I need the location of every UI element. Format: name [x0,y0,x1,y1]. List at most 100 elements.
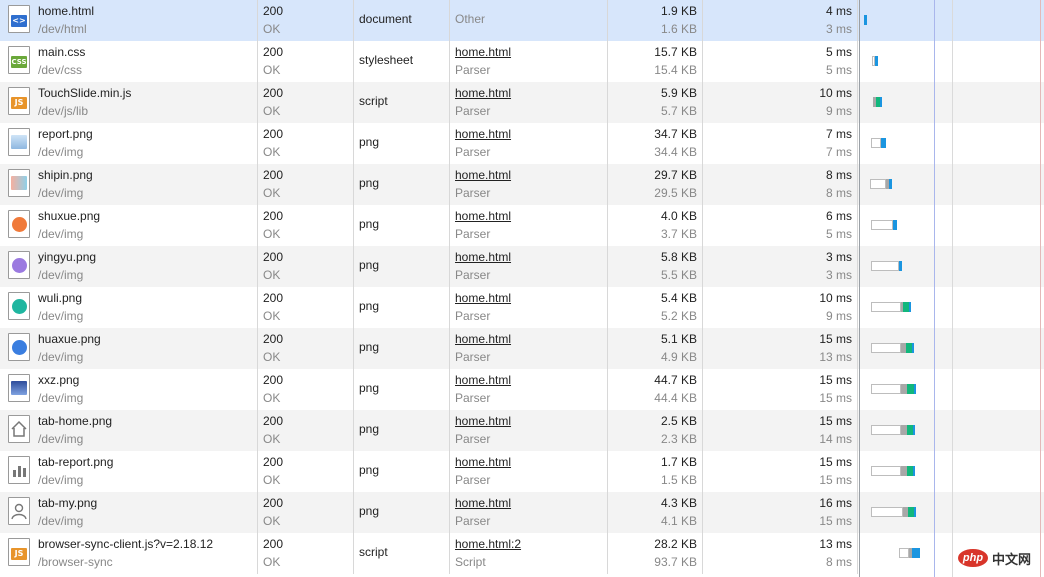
name-cell[interactable]: tab-home.png/dev/img [0,410,258,451]
dom-content-loaded-line [934,0,935,577]
latency-time: 7 ms [825,145,852,159]
initiator-link[interactable]: home.html [455,332,607,347]
request-row[interactable]: report.png/dev/img 200 OK png home.html Parse… [0,123,1044,164]
request-name[interactable]: shipin.png [38,168,257,183]
waterfall-cell[interactable] [858,41,1044,82]
request-row[interactable]: <> home.html/dev/html 200 OK document Other 1.… [0,0,1044,41]
waterfall-cell[interactable] [858,123,1044,164]
request-row[interactable]: JS browser-sync-client.js?v=2.18.12/brows… [0,533,1044,574]
name-cell[interactable]: report.png/dev/img [0,123,258,164]
request-row[interactable]: shipin.png/dev/img 200 OK png home.html Parse… [0,164,1044,205]
time-cell: 4 ms 3 ms [703,0,858,41]
waterfall-waiting-segment [903,302,911,312]
initiator-link[interactable]: home.html [455,86,607,101]
initiator-type: Script [455,555,486,569]
type-cell: png [354,205,450,246]
time-cell: 3 ms 3 ms [703,246,858,287]
size-cell: 5.1 KB 4.9 KB [608,328,703,369]
waterfall-waiting-segment [876,97,882,107]
initiator-link[interactable]: home.html [455,168,607,183]
initiator-link[interactable]: home.html [455,45,607,60]
request-row[interactable]: xxz.png/dev/img 200 OK png home.html Parser 44… [0,369,1044,410]
request-row[interactable]: CSS main.css/dev/css 200 OK stylesheet home.h… [0,41,1044,82]
initiator-link[interactable]: home.html:2 [455,537,607,552]
request-name[interactable]: shuxue.png [38,209,257,224]
initiator-cell: home.html Parser [450,492,608,533]
request-row[interactable]: huaxue.png/dev/img 200 OK png home.html Parse… [0,328,1044,369]
size-cell: 44.7 KB 44.4 KB [608,369,703,410]
name-cell[interactable]: xxz.png/dev/img [0,369,258,410]
name-cell[interactable]: JS browser-sync-client.js?v=2.18.12/brows… [0,533,258,574]
request-name[interactable]: xxz.png [38,373,257,388]
waterfall-cell[interactable] [858,205,1044,246]
initiator-cell: home.html Parser [450,246,608,287]
waterfall-cell[interactable] [858,328,1044,369]
initiator-link[interactable]: home.html [455,127,607,142]
waterfall-cell[interactable] [858,410,1044,451]
request-name[interactable]: yingyu.png [38,250,257,265]
request-name[interactable]: huaxue.png [38,332,257,347]
request-row[interactable]: JS TouchSlide.min.js/dev/js/lib 200 OK scrip… [0,82,1044,123]
waterfall-queue-segment [871,425,901,435]
name-cell[interactable]: tab-my.png/dev/img [0,492,258,533]
name-cell[interactable]: JS TouchSlide.min.js/dev/js/lib [0,82,258,123]
waterfall-cell[interactable] [858,287,1044,328]
request-name[interactable]: main.css [38,45,257,60]
request-row[interactable]: yingyu.png/dev/img 200 OK png home.html Parse… [0,246,1044,287]
request-path: /dev/img [38,391,84,405]
request-row[interactable]: wuli.png/dev/img 200 OK png home.html Parser 5… [0,287,1044,328]
waterfall-cell[interactable] [858,492,1044,533]
name-cell[interactable]: shipin.png/dev/img [0,164,258,205]
transfer-size: 15.7 KB [654,45,697,59]
name-cell[interactable]: huaxue.png/dev/img [0,328,258,369]
waterfall-cell[interactable] [858,82,1044,123]
request-name[interactable]: wuli.png [38,291,257,306]
css-file-icon: CSS [8,46,30,74]
initiator-link[interactable]: home.html [455,373,607,388]
request-name[interactable]: tab-report.png [38,455,257,470]
request-name[interactable]: report.png [38,127,257,142]
initiator-link[interactable]: home.html [455,250,607,265]
initiator-type: Parser [455,104,491,118]
request-name[interactable]: tab-my.png [38,496,257,511]
resource-type: png [359,381,380,395]
initiator-text: Other [455,12,486,26]
request-path: /dev/img [38,227,84,241]
waterfall-queue-segment [870,179,886,189]
waterfall-cell[interactable] [858,0,1044,41]
name-cell[interactable]: yingyu.png/dev/img [0,246,258,287]
request-row[interactable]: shuxue.png/dev/img 200 OK png home.html Parse… [0,205,1044,246]
initiator-link[interactable]: home.html [455,496,607,511]
name-cell[interactable]: shuxue.png/dev/img [0,205,258,246]
type-cell: png [354,123,450,164]
request-row[interactable]: tab-my.png/dev/img 200 OK png home.html Parse… [0,492,1044,533]
waterfall-cell[interactable] [858,369,1044,410]
request-name[interactable]: home.html [38,4,257,19]
time-cell: 15 ms 15 ms [703,369,858,410]
name-cell[interactable]: <> home.html/dev/html [0,0,258,41]
request-name[interactable]: browser-sync-client.js?v=2.18.12 [38,537,257,552]
waterfall-cell[interactable] [858,164,1044,205]
name-cell[interactable]: CSS main.css/dev/css [0,41,258,82]
name-cell[interactable]: wuli.png/dev/img [0,287,258,328]
shuxue-circle [12,217,27,232]
waterfall-cell[interactable] [858,451,1044,492]
initiator-cell: home.html Parser [450,205,608,246]
home-icon [8,415,30,443]
initiator-link[interactable]: home.html [455,455,607,470]
latency-time: 14 ms [819,432,852,446]
name-cell[interactable]: tab-report.png/dev/img [0,451,258,492]
request-row[interactable]: tab-report.png/dev/img 200 OK png home.html P… [0,451,1044,492]
time-cell: 8 ms 8 ms [703,164,858,205]
request-name[interactable]: TouchSlide.min.js [38,86,257,101]
initiator-link[interactable]: home.html [455,209,607,224]
request-name[interactable]: tab-home.png [38,414,257,429]
initiator-link[interactable]: home.html [455,291,607,306]
waterfall-cell[interactable] [858,246,1044,287]
initiator-cell: home.html Parser [450,328,608,369]
request-path: /browser-sync [38,555,113,569]
resource-type: document [359,12,412,26]
total-time: 15 ms [819,373,852,387]
request-row[interactable]: tab-home.png/dev/img 200 OK png home.html Par… [0,410,1044,451]
initiator-link[interactable]: home.html [455,414,607,429]
